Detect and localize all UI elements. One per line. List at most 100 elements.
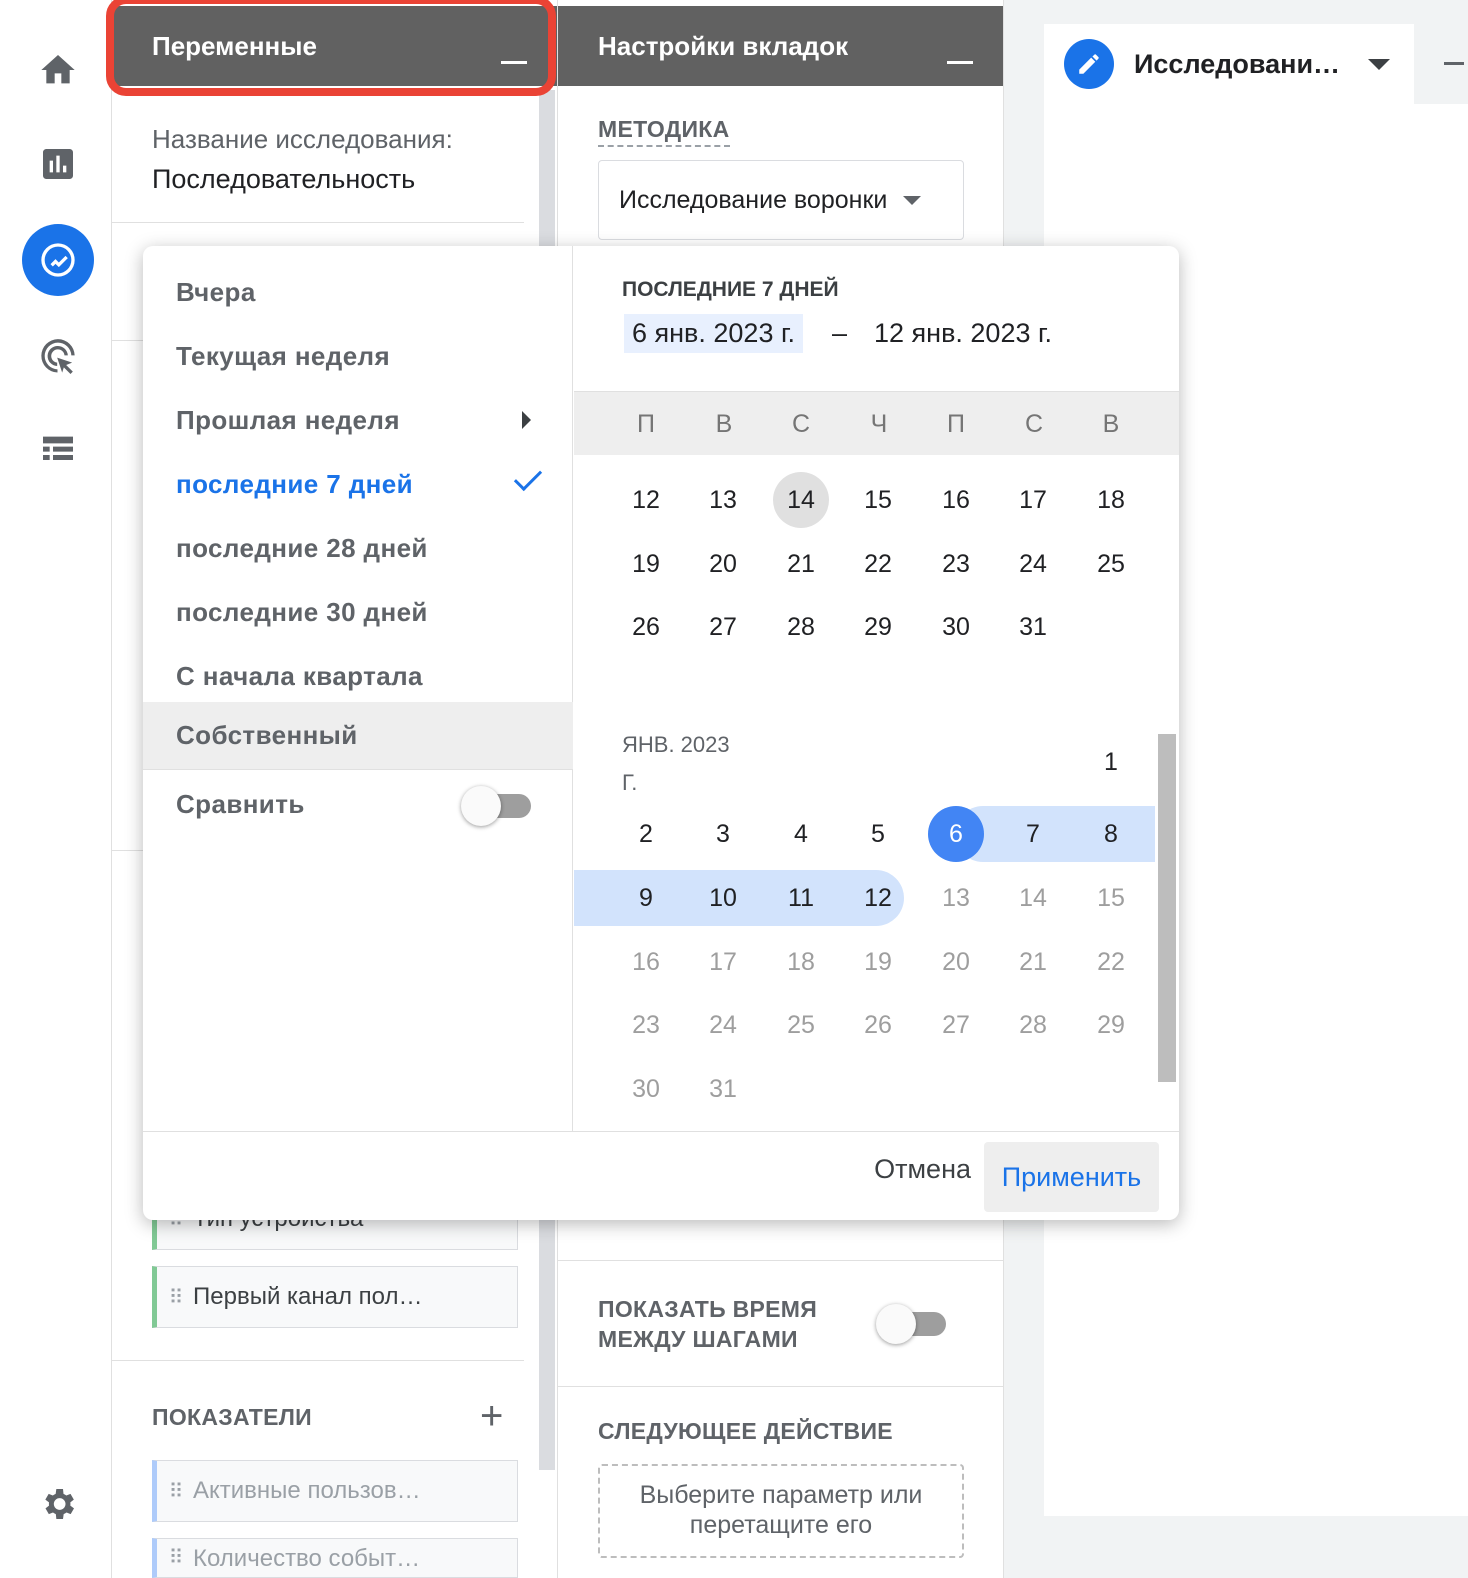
next-action-dropzone[interactable]: Выберите параметр или перетащите его <box>598 1464 964 1558</box>
preset-label: Текущая неделя <box>176 340 391 371</box>
calendar-day[interactable]: 28 <box>773 599 829 655</box>
calendar-day[interactable]: 19 <box>618 536 674 592</box>
calendar-day[interactable]: 19 <box>850 934 906 990</box>
calendar-day[interactable]: 31 <box>1005 599 1061 655</box>
preset-custom[interactable]: Собственный <box>143 702 573 770</box>
divider <box>558 1386 1004 1387</box>
calendar-day[interactable]: 6 <box>928 806 984 862</box>
calendar-day[interactable]: 13 <box>928 870 984 926</box>
preset-yesterday[interactable]: Вчера <box>143 260 573 324</box>
settings-gear-icon[interactable] <box>22 1468 94 1540</box>
calendar-day[interactable]: 27 <box>695 599 751 655</box>
preset-quarter-to-date[interactable]: С начала квартала <box>143 644 573 708</box>
add-metric-plus-icon[interactable]: + <box>480 1396 503 1436</box>
calendar-day[interactable]: 21 <box>1005 934 1061 990</box>
tab-settings-title: Настройки вкладок <box>598 30 849 61</box>
calendar-day[interactable]: 15 <box>1083 870 1139 926</box>
calendar-day[interactable]: 5 <box>850 806 906 862</box>
calendar-day[interactable]: 9 <box>618 870 674 926</box>
home-icon[interactable] <box>22 34 94 106</box>
preset-label: С начала квартала <box>176 660 423 691</box>
metric-chip[interactable]: ⠿ Активные пользов… <box>152 1460 518 1522</box>
preset-last-28-days[interactable]: последние 28 дней <box>143 516 573 580</box>
calendar-day[interactable]: 21 <box>773 536 829 592</box>
exploration-tab[interactable]: Исследовани… <box>1044 24 1414 104</box>
calendar-day[interactable]: 14 <box>773 472 829 528</box>
calendar-day[interactable]: 7 <box>1005 806 1061 862</box>
calendar-day[interactable]: 15 <box>850 472 906 528</box>
technique-select[interactable]: Исследование воронки <box>598 160 964 240</box>
calendar-day[interactable]: 20 <box>928 934 984 990</box>
calendar-day[interactable]: 29 <box>1083 997 1139 1053</box>
calendar-day[interactable]: 24 <box>1005 536 1061 592</box>
calendar-day[interactable]: 17 <box>695 934 751 990</box>
minimize-icon[interactable] <box>947 61 973 64</box>
calendar-day[interactable]: 29 <box>850 599 906 655</box>
compare-toggle[interactable] <box>461 786 531 826</box>
drag-handle-icon[interactable]: ⠿ <box>157 1545 193 1570</box>
calendar-day[interactable]: 8 <box>1083 806 1139 862</box>
exploration-name-value[interactable]: Последовательность <box>152 164 415 195</box>
calendar-day[interactable]: 20 <box>695 536 751 592</box>
preset-this-week[interactable]: Текущая неделя <box>143 324 573 388</box>
apply-button[interactable]: Применить <box>984 1142 1159 1212</box>
calendar-day[interactable]: 31 <box>695 1061 751 1117</box>
calendar-day[interactable]: 23 <box>618 997 674 1053</box>
calendar-day[interactable]: 18 <box>1083 472 1139 528</box>
show-time-toggle[interactable] <box>876 1304 946 1344</box>
calendar-day[interactable]: 25 <box>773 997 829 1053</box>
calendar-day[interactable]: 30 <box>618 1061 674 1117</box>
calendar-day[interactable]: 26 <box>850 997 906 1053</box>
calendar-day[interactable]: 4 <box>773 806 829 862</box>
calendar-day[interactable]: 18 <box>773 934 829 990</box>
start-date-field[interactable]: 6 янв. 2023 г. <box>624 314 804 353</box>
minimize-icon[interactable] <box>501 61 527 64</box>
calendar-day[interactable]: 16 <box>618 934 674 990</box>
calendar-scrollbar[interactable] <box>1158 734 1176 1082</box>
calendar-day[interactable]: 27 <box>928 997 984 1053</box>
drag-handle-icon[interactable]: ⠿ <box>157 1479 193 1504</box>
calendar-day[interactable]: 17 <box>1005 472 1061 528</box>
calendar-day[interactable]: 28 <box>1005 997 1061 1053</box>
calendar-day[interactable]: 30 <box>928 599 984 655</box>
calendar-day[interactable]: 2 <box>618 806 674 862</box>
calendar-day[interactable]: 22 <box>850 536 906 592</box>
variables-title: Переменные <box>152 30 317 61</box>
drag-handle-icon[interactable]: ⠿ <box>157 1285 193 1310</box>
list-icon[interactable] <box>22 414 94 486</box>
metric-chip[interactable]: ⠿ Количество событ… <box>152 1538 518 1578</box>
variables-panel-header[interactable]: Переменные <box>112 6 557 86</box>
dropzone-line: Выберите параметр или <box>639 1481 923 1509</box>
preset-last-30-days[interactable]: последние 30 дней <box>143 580 573 644</box>
calendar-day[interactable]: 11 <box>773 870 829 926</box>
advertising-icon[interactable] <box>22 320 94 392</box>
calendar-day[interactable]: 3 <box>695 806 751 862</box>
minimize-icon[interactable] <box>1444 62 1464 65</box>
calendar-day[interactable]: 10 <box>695 870 751 926</box>
calendar-day[interactable]: 1 <box>1083 734 1139 790</box>
calendar-day[interactable]: 23 <box>928 536 984 592</box>
calendar-day[interactable]: 16 <box>928 472 984 528</box>
cancel-button[interactable]: Отмена <box>874 1154 971 1185</box>
preset-last-7-days[interactable]: последние 7 дней <box>143 452 573 516</box>
technique-label: МЕТОДИКА <box>598 116 730 147</box>
calendar-day[interactable]: 14 <box>1005 870 1061 926</box>
calendar-day[interactable]: 13 <box>695 472 751 528</box>
divider <box>112 222 524 223</box>
reports-icon[interactable] <box>22 128 94 200</box>
calendar-day[interactable]: 22 <box>1083 934 1139 990</box>
date-presets-list: Вчера Текущая неделя Прошлая неделя посл… <box>143 246 573 1131</box>
edit-pencil-icon[interactable] <box>1064 39 1114 89</box>
preset-last-week[interactable]: Прошлая неделя <box>143 388 573 452</box>
calendar-day[interactable]: 25 <box>1083 536 1139 592</box>
dimension-chip[interactable]: ⠿ Первый канал пол… <box>152 1266 518 1328</box>
calendar-day[interactable]: 26 <box>618 599 674 655</box>
calendar-day[interactable]: 12 <box>850 870 906 926</box>
tab-settings-header[interactable]: Настройки вкладок <box>558 6 1003 86</box>
explore-icon[interactable] <box>22 224 94 296</box>
calendar-day[interactable]: 12 <box>618 472 674 528</box>
end-date-field[interactable]: 12 янв. 2023 г. <box>874 318 1052 349</box>
divider <box>558 1260 1004 1261</box>
calendar-day[interactable]: 24 <box>695 997 751 1053</box>
chevron-down-icon[interactable] <box>1368 58 1391 70</box>
